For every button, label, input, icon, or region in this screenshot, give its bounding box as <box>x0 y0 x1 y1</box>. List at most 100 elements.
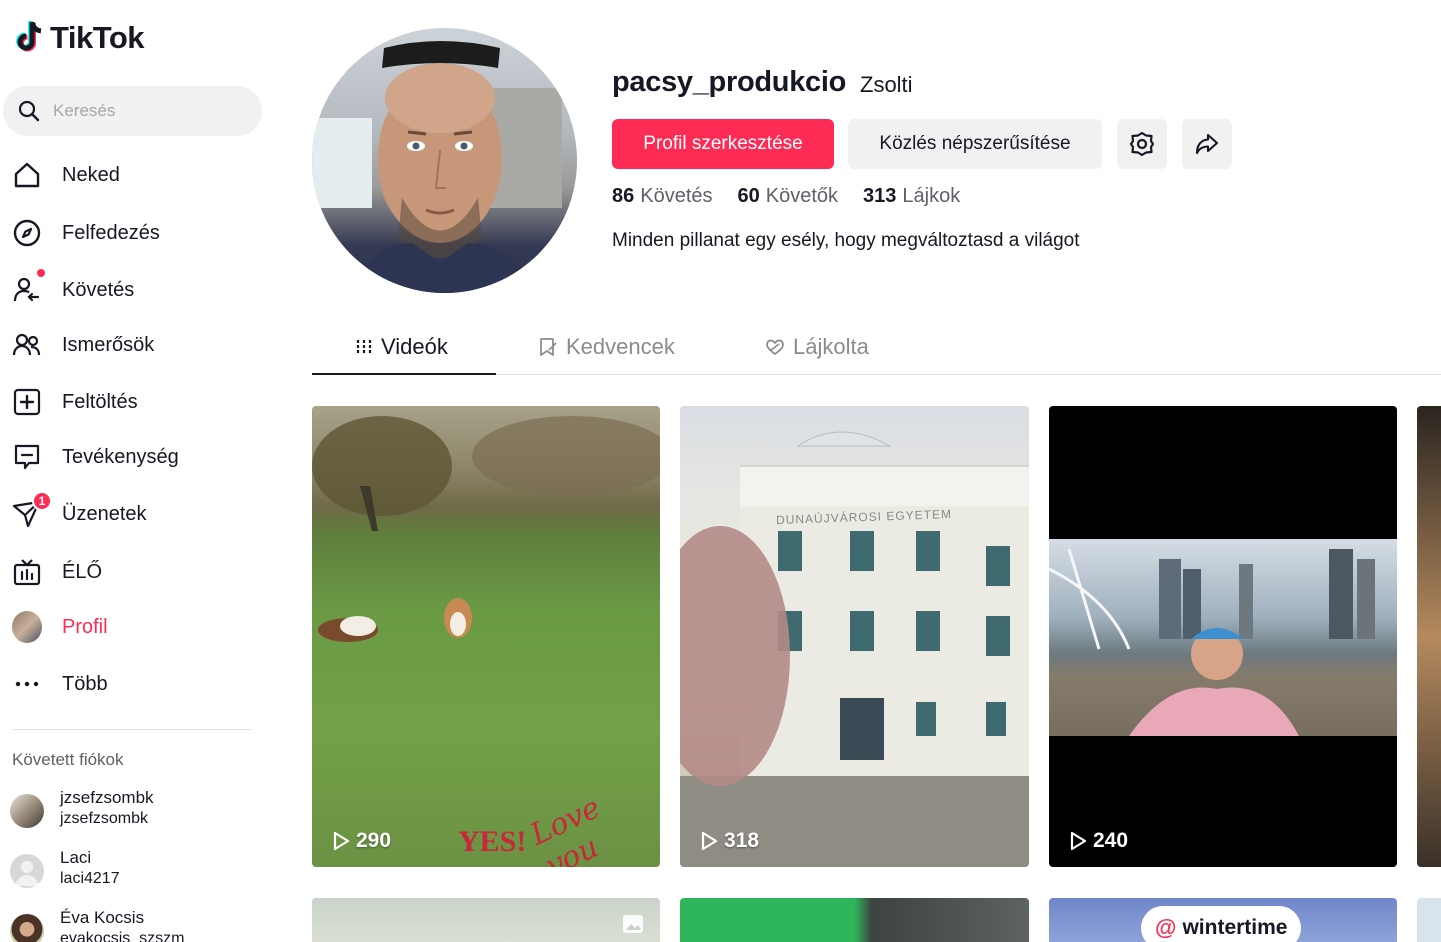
compass-icon <box>12 218 42 248</box>
tab-favorites[interactable]: Kedvencek <box>538 320 675 374</box>
profile-photo <box>312 41 562 293</box>
following-count: 86 <box>612 185 635 207</box>
video-card[interactable]: @ wintertime <box>1049 898 1397 942</box>
nav-label: ÉLŐ <box>62 560 103 583</box>
view-count-value: 318 <box>724 829 760 852</box>
nav-item-uzenetek[interactable]: 1 Üzenetek <box>0 489 270 539</box>
profile-avatar-large[interactable] <box>312 28 577 293</box>
view-count-value: 240 <box>1093 829 1129 852</box>
nav-label: Tevékenység <box>62 445 179 468</box>
nav-label: Követés <box>62 278 135 301</box>
activity-icon <box>12 442 42 472</box>
account-name: Éva Kocsis <box>60 908 145 927</box>
overlay-text-yes: YES! <box>458 825 527 858</box>
nav-label: Üzenetek <box>62 502 147 525</box>
more-icon <box>12 669 42 699</box>
profile-avatar <box>12 611 42 643</box>
avatar <box>12 611 42 643</box>
video-card[interactable]: DUNAÚJVÁROSI EGYETEM 318 <box>680 406 1029 867</box>
followed-account[interactable]: Laci laci4217 <box>10 848 270 898</box>
tab-label: Lájkolta <box>793 334 869 359</box>
video-card[interactable]: 240 <box>1049 406 1397 867</box>
upload-icon <box>12 387 42 417</box>
profile-bio: Minden pillanat egy esély, hogy megválto… <box>612 230 1080 251</box>
play-icon <box>701 831 718 851</box>
settings-button[interactable] <box>1117 119 1167 169</box>
video-card[interactable] <box>1417 406 1441 867</box>
sidebar: TikTok Neked Felfedezés Követés <box>0 0 280 942</box>
play-icon <box>333 831 350 851</box>
profile-nickname: Zsolti <box>860 72 913 97</box>
heart-icon <box>766 339 784 355</box>
likes-stat: 313 Lájkok <box>863 185 960 208</box>
profile-username: pacsy_produkcio <box>612 66 847 98</box>
followed-accounts-title: Követett fiókok <box>12 750 124 769</box>
edit-profile-button[interactable]: Profil szerkesztése <box>612 119 834 169</box>
search-icon <box>18 100 40 122</box>
likes-count: 313 <box>863 185 897 207</box>
promote-post-button[interactable]: Közlés népszerűsítése <box>848 119 1102 169</box>
nav-item-feltoltes[interactable]: Feltöltés <box>0 377 270 427</box>
account-username: evakocsis_szszm <box>60 930 185 942</box>
nav-label: Neked <box>62 163 120 186</box>
gear-icon <box>1129 131 1155 157</box>
account-name: Laci <box>60 848 92 867</box>
tiktok-logo[interactable]: TikTok <box>12 20 145 56</box>
tab-label: Videók <box>381 334 448 359</box>
nav-item-felfedezes[interactable]: Felfedezés <box>0 208 270 258</box>
share-profile-button[interactable] <box>1182 119 1232 169</box>
live-icon <box>12 557 42 587</box>
nav-label: Több <box>62 672 108 695</box>
logo-text: TikTok <box>50 20 145 55</box>
video-card[interactable]: YES! Love you 290 <box>312 406 660 867</box>
tab-videos[interactable]: Videók <box>355 320 448 374</box>
nav-label: Felfedezés <box>62 221 160 244</box>
search-input[interactable] <box>53 101 243 121</box>
search-box[interactable] <box>3 86 262 136</box>
avatar <box>10 914 44 942</box>
followers-label: Követők <box>765 185 839 207</box>
nav-item-kovetes[interactable]: Követés <box>0 265 270 315</box>
nav-item-elo[interactable]: ÉLŐ <box>0 547 270 597</box>
nav-item-tevekenyseg[interactable]: Tevékenység <box>0 432 270 482</box>
video-card[interactable] <box>680 898 1029 942</box>
following-icon <box>12 275 42 305</box>
at-icon: @ <box>1155 915 1177 940</box>
video-thumbnail <box>1049 539 1397 736</box>
followers-stat[interactable]: 60 Követők <box>738 185 839 208</box>
tiktok-note-icon <box>16 21 42 52</box>
friends-icon <box>12 330 42 360</box>
followed-account[interactable]: Éva Kocsis evakocsis_szszm <box>10 908 270 942</box>
grid-icon <box>356 340 372 354</box>
view-count: 240 <box>1069 829 1128 853</box>
sidebar-divider <box>12 729 252 730</box>
notification-dot <box>37 269 45 277</box>
play-icon <box>1070 831 1087 851</box>
messages-badge: 1 <box>32 491 52 511</box>
tab-liked[interactable]: Lájkolta <box>765 320 869 374</box>
profile-tabs: Videók Kedvencek Lájkolta <box>312 320 1441 375</box>
nav-item-profil[interactable]: Profil <box>0 602 270 652</box>
nav-label: Ismerősök <box>62 333 155 356</box>
following-stat[interactable]: 86 Követés <box>612 185 713 208</box>
nav-item-tobb[interactable]: Több <box>0 659 270 709</box>
nav-item-ismerosok[interactable]: Ismerősök <box>0 320 270 370</box>
video-card[interactable] <box>312 898 660 942</box>
default-avatar-icon <box>10 854 44 888</box>
share-icon <box>1195 133 1219 155</box>
active-tab-indicator <box>312 373 496 375</box>
view-count: 290 <box>332 829 391 853</box>
followers-count: 60 <box>737 185 760 207</box>
nav-item-neked[interactable]: Neked <box>0 150 270 200</box>
mention-sticker: @ wintertime <box>1141 906 1302 942</box>
nav-label: Profil <box>62 615 108 638</box>
home-icon <box>12 160 42 190</box>
tab-label: Kedvencek <box>566 334 675 359</box>
video-card[interactable] <box>1417 898 1441 942</box>
likes-label: Lájkok <box>902 185 961 207</box>
bookmark-icon <box>540 338 557 356</box>
mention-text: wintertime <box>1182 916 1288 939</box>
followed-account[interactable]: jzsefzsombk jzsefzsombk <box>10 788 270 838</box>
account-username: laci4217 <box>60 870 120 887</box>
photo-icon <box>623 915 643 933</box>
